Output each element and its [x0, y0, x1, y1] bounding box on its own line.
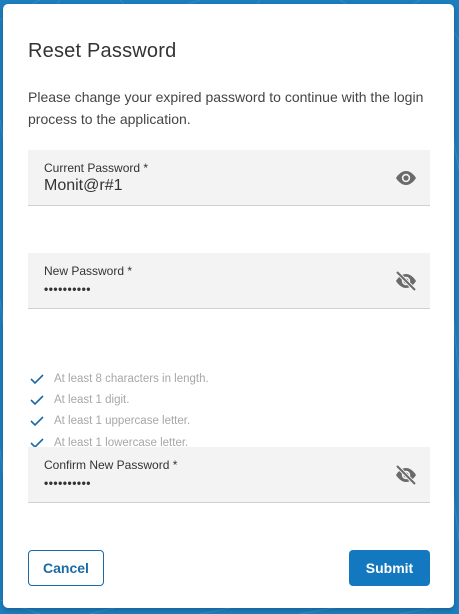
- current-password-label: Current Password *: [44, 161, 149, 175]
- submit-button[interactable]: Submit: [349, 550, 430, 586]
- check-icon: [30, 416, 44, 427]
- reset-password-dialog: Reset Password Please change your expire…: [3, 4, 454, 608]
- requirement-text: At least 1 digit.: [54, 393, 130, 406]
- confirm-password-label: Confirm New Password *: [44, 458, 178, 472]
- requirement-text: At least 8 characters in length.: [54, 372, 209, 385]
- eye-off-icon[interactable]: [394, 465, 418, 485]
- eye-icon[interactable]: [394, 168, 418, 188]
- eye-off-icon[interactable]: [394, 271, 418, 291]
- new-password-label: New Password *: [44, 264, 133, 278]
- current-password-value[interactable]: Monit@r#1: [44, 177, 123, 195]
- requirement-item: At least 1 digit.: [30, 389, 209, 410]
- check-icon: [30, 374, 44, 384]
- requirement-item: At least 8 characters in length.: [30, 368, 209, 389]
- requirement-text: At least 1 uppercase letter.: [54, 415, 191, 428]
- check-icon: [30, 395, 44, 406]
- current-password-field[interactable]: Current Password * Monit@r#1: [28, 150, 430, 206]
- requirement-item: At least 1 uppercase letter.: [30, 411, 209, 432]
- cancel-button[interactable]: Cancel: [28, 550, 104, 586]
- confirm-password-value[interactable]: ••••••••••: [44, 476, 91, 490]
- dialog-description: Please change your expired password to c…: [28, 89, 424, 127]
- dialog-title: Reset Password: [28, 40, 177, 62]
- password-requirements: At least 8 characters in length. At leas…: [30, 368, 209, 453]
- confirm-password-field[interactable]: Confirm New Password * ••••••••••: [28, 447, 430, 503]
- new-password-field[interactable]: New Password * ••••••••••: [28, 253, 430, 309]
- new-password-value[interactable]: ••••••••••: [44, 282, 91, 296]
